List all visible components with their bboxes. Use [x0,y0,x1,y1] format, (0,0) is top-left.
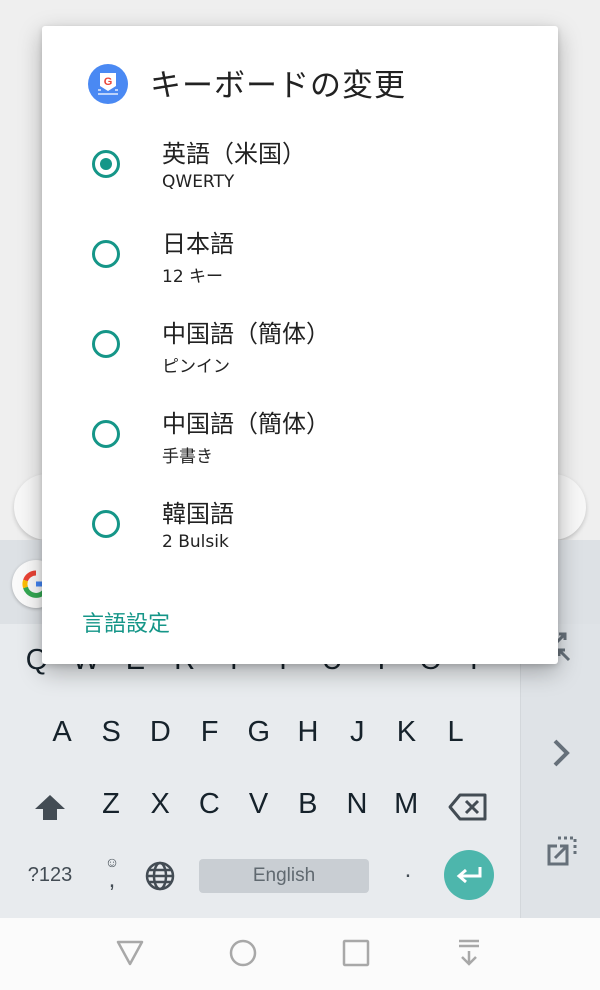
svg-text:G: G [104,76,113,88]
option-label: 日本語 [162,230,234,258]
key-j[interactable]: J [337,716,377,749]
key-g[interactable]: G [239,716,279,749]
key-f[interactable]: F [190,716,230,749]
radio-selected[interactable] [92,150,120,178]
option-label: 中国語（簡体） [162,410,330,438]
radio-unselected[interactable] [92,510,120,538]
keyboard-option[interactable]: 英語（米国） QWERTY [42,122,558,210]
radio-unselected[interactable] [92,330,120,358]
comma-emoji-key[interactable]: ☺ , [92,854,132,904]
gboard-icon: G [88,64,128,104]
recents-icon [342,939,370,967]
key-v[interactable]: V [239,788,279,821]
language-settings-link[interactable]: 言語設定 [82,606,170,638]
enter-icon [456,867,482,884]
option-label: 韓国語 [162,500,234,528]
home-button[interactable] [226,936,260,970]
key-d[interactable]: D [140,716,180,749]
keyboard-option[interactable]: 中国語（簡体） ピンイン [42,302,558,390]
back-button[interactable] [113,936,147,970]
chevron-right-icon[interactable] [551,738,571,768]
keyboard-option[interactable]: 中国語（簡体） 手書き [42,392,558,480]
option-label: 中国語（簡体） [162,320,330,348]
radio-unselected[interactable] [92,420,120,448]
keyboard-option[interactable]: 日本語 12 キー [42,212,558,300]
shift-icon[interactable] [32,792,68,822]
hide-keyboard-icon [459,939,479,966]
radio-unselected[interactable] [92,240,120,268]
float-keyboard-icon[interactable] [545,834,579,868]
globe-icon[interactable] [144,860,176,892]
key-s[interactable]: S [91,716,131,749]
dialog-title: キーボードの変更 [150,68,406,104]
key-h[interactable]: H [288,716,328,749]
key-b[interactable]: B [288,788,328,821]
home-icon [229,939,257,967]
option-sublabel: 手書き [162,447,213,467]
comma-label: , [108,866,116,893]
key-z[interactable]: Z [91,788,131,821]
navigation-bar [0,918,600,990]
change-keyboard-dialog: G キーボードの変更 英語（米国） QWERTY 日本語 12 キー中国語（簡体） ピン… [42,26,558,664]
key-k[interactable]: K [386,716,426,749]
option-sublabel: ピンイン [162,357,230,377]
recents-button[interactable] [339,936,373,970]
option-sublabel: 2 Bulsik [162,532,229,552]
option-sublabel: 12 キー [162,267,224,287]
enter-button[interactable] [444,850,494,900]
back-icon [116,940,144,966]
backspace-icon[interactable] [448,792,488,822]
key-n[interactable]: N [337,788,377,821]
key-l[interactable]: L [436,716,476,749]
key-c[interactable]: C [189,788,229,821]
option-label: 英語（米国） [162,140,306,168]
hide-keyboard-button[interactable] [452,936,486,970]
space-bar[interactable]: English [199,859,369,893]
key-x[interactable]: X [140,788,180,821]
keyboard-option[interactable]: 韓国語 2 Bulsik [42,482,558,570]
key-m[interactable]: M [386,788,426,821]
symbols-key[interactable]: ?123 [22,864,78,887]
side-panel [520,624,600,918]
key-a[interactable]: A [42,716,82,749]
option-sublabel: QWERTY [162,172,235,192]
period-key[interactable]: . [388,856,428,884]
